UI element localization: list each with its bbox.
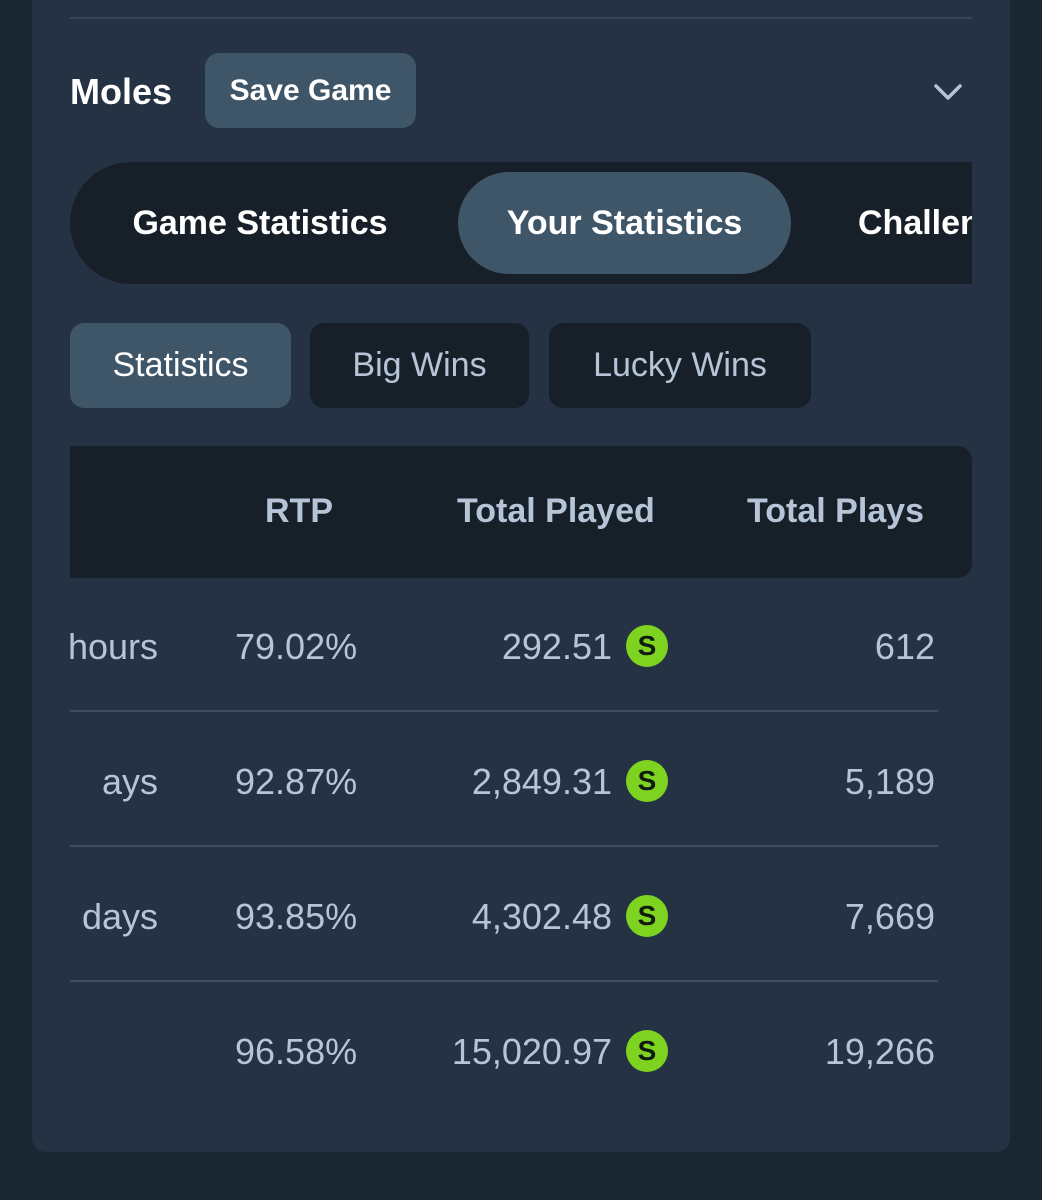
table-row: ays 92.87% 2,849.31 S 5,189 — [70, 713, 938, 847]
total-played-cell: 15,020.97 — [451, 1031, 612, 1072]
row-divider — [70, 710, 938, 712]
total-plays-cell: 612 — [874, 626, 935, 667]
subtab-big-wins[interactable]: Big Wins — [310, 323, 529, 408]
rtp-cell: 92.87% — [235, 761, 358, 802]
tab-challenges[interactable]: Challenges — [858, 172, 972, 274]
total-played-cell: 292.51 — [501, 626, 612, 667]
total-plays-cell: 5,189 — [844, 761, 935, 802]
subtab-statistics[interactable]: Statistics — [70, 323, 291, 408]
table-header: RTP Total Played Total Plays — [70, 446, 972, 578]
coin-s-icon: S — [626, 625, 668, 667]
header-rtp: RTP — [265, 492, 333, 530]
table-row: 96.58% 15,020.97 S 19,266 — [70, 983, 938, 1117]
stats-table: hours 79.02% 292.51 S 612 ays 92.87% 2,8… — [70, 578, 938, 1118]
total-plays-cell: 19,266 — [824, 1031, 935, 1072]
header-total-played: Total Played — [457, 492, 655, 530]
tab-your-statistics[interactable]: Your Statistics — [458, 172, 791, 274]
total-played-cell: 4,302.48 — [471, 896, 612, 937]
period-cell: ays — [101, 761, 158, 802]
save-game-button[interactable]: Save Game — [205, 53, 416, 128]
coin-s-icon: S — [626, 760, 668, 802]
rtp-cell: 96.58% — [235, 1031, 358, 1072]
chevron-down-icon[interactable] — [928, 72, 968, 112]
coin-s-icon: S — [626, 1030, 668, 1072]
rtp-cell: 93.85% — [235, 896, 358, 937]
row-divider — [70, 980, 938, 982]
game-title: Moles — [70, 71, 173, 112]
tab-game-statistics[interactable]: Game Statistics — [90, 172, 430, 274]
period-cell: hours — [70, 626, 158, 667]
table-row: hours 79.02% 292.51 S 612 — [70, 578, 938, 712]
total-plays-cell: 7,669 — [844, 896, 935, 937]
table-row: days 93.85% 4,302.48 S 7,669 — [70, 848, 938, 982]
coin-s-icon: S — [626, 895, 668, 937]
rtp-cell: 79.02% — [235, 626, 358, 667]
divider — [70, 17, 972, 19]
header-total-plays: Total Plays — [747, 492, 924, 530]
row-divider — [70, 845, 938, 847]
period-cell: days — [81, 896, 158, 937]
total-played-cell: 2,849.31 — [471, 761, 612, 802]
stats-tab-bar: Game Statistics Your Statistics Challeng… — [70, 162, 972, 284]
subtab-lucky-wins[interactable]: Lucky Wins — [549, 323, 811, 408]
